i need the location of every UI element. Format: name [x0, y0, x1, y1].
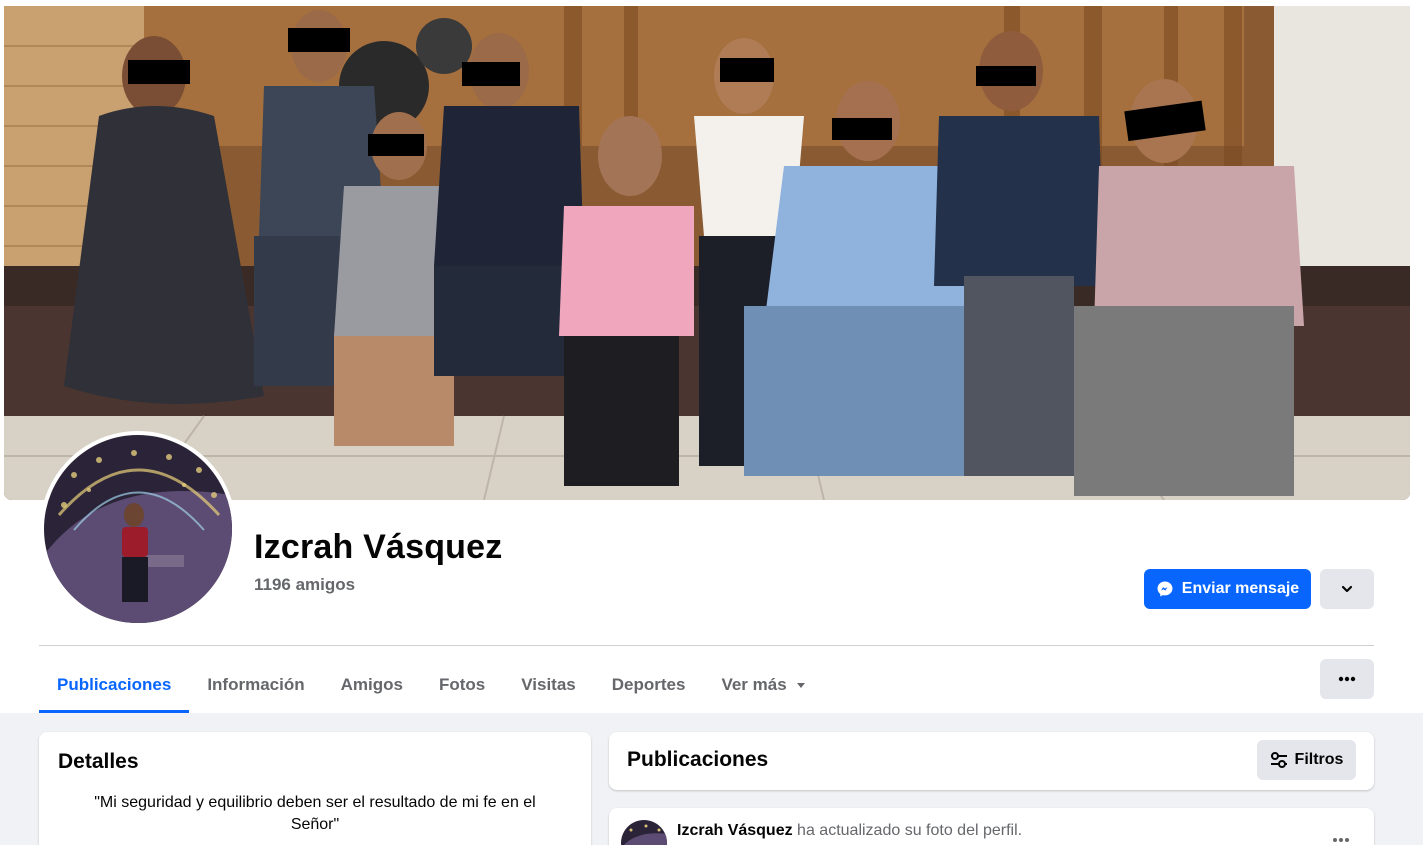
tab-deportes[interactable]: Deportes	[594, 656, 704, 713]
friends-count[interactable]: 1196 amigos	[254, 575, 355, 595]
tab-label: Ver más	[721, 674, 787, 694]
tab-publicaciones[interactable]: Publicaciones	[39, 656, 190, 713]
tab-amigos[interactable]: Amigos	[323, 656, 421, 713]
tab-label: Información	[207, 674, 305, 694]
chevron-down-icon	[1341, 585, 1353, 593]
filters-label: Filtros	[1294, 751, 1344, 768]
post-author-avatar[interactable]	[621, 820, 667, 845]
details-card: Detalles "Mi seguridad y equilibrio debe…	[39, 732, 591, 845]
profile-page: Izcrah Vásquez 1196 amigos Enviar mensaj…	[0, 0, 1423, 845]
post-card: Izcrah Vásquez ha actualizado su foto de…	[609, 808, 1374, 845]
caret-down-icon	[796, 682, 805, 688]
post-author-name[interactable]: Izcrah Vásquez	[677, 822, 793, 839]
tab-informacion[interactable]: Información	[189, 656, 322, 713]
profile-tabs: Publicaciones Información Amigos Fotos V…	[39, 656, 825, 713]
tab-label: Publicaciones	[57, 674, 172, 694]
messenger-icon	[1157, 581, 1173, 597]
send-message-button[interactable]: Enviar mensaje	[1144, 569, 1311, 609]
post-menu-button[interactable]	[1327, 830, 1355, 845]
post-action-text: ha actualizado su foto del perfil.	[792, 822, 1023, 839]
filters-button[interactable]: Filtros	[1257, 740, 1356, 780]
sliders-icon	[1270, 752, 1287, 768]
bio-text: "Mi seguridad y equilibrio deben ser el …	[94, 794, 536, 833]
profile-options-dropdown-button[interactable]	[1320, 569, 1374, 609]
cover-photo[interactable]	[4, 6, 1410, 500]
tab-ver-mas[interactable]: Ver más	[703, 656, 824, 713]
profile-avatar[interactable]	[40, 431, 236, 627]
more-dots-icon	[1333, 838, 1349, 842]
profile-name: Izcrah Vásquez	[254, 528, 503, 566]
profile-divider	[39, 645, 1374, 646]
profile-more-button[interactable]	[1320, 659, 1374, 699]
posts-header-card: Publicaciones Filtros	[609, 732, 1374, 790]
avatar-photo	[44, 435, 232, 623]
send-message-label: Enviar mensaje	[1181, 580, 1300, 597]
details-title: Detalles	[58, 750, 139, 773]
tab-fotos[interactable]: Fotos	[421, 656, 503, 713]
tab-label: Amigos	[340, 674, 403, 694]
posts-title: Publicaciones	[627, 748, 769, 771]
more-dots-icon	[1338, 676, 1356, 682]
post-header-line: Izcrah Vásquez ha actualizado su foto de…	[677, 822, 1022, 840]
tab-visitas[interactable]: Visitas	[503, 656, 594, 713]
tab-label: Fotos	[438, 674, 486, 694]
tab-label: Deportes	[611, 674, 686, 694]
tab-label: Visitas	[521, 674, 576, 694]
